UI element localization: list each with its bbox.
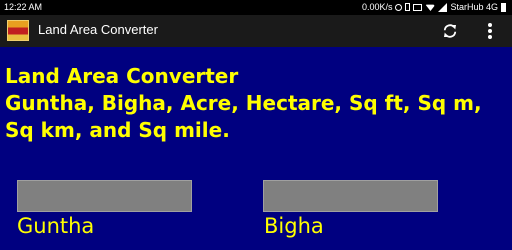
bigha-input[interactable] [263, 180, 438, 212]
wifi-icon [425, 4, 436, 11]
action-bar: Land Area Converter [0, 15, 512, 47]
overflow-menu-button[interactable] [480, 19, 500, 43]
heading-units: Guntha, Bigha, Acre, Hectare, Sq ft, Sq … [5, 91, 482, 142]
page-heading: Land Area Converter Guntha, Bigha, Acre,… [5, 63, 510, 144]
battery-icon [501, 2, 506, 12]
app-logo [7, 20, 29, 41]
overflow-menu-icon [488, 23, 492, 39]
status-bar: 12:22 AM 0.00K/s StarHub 4G [0, 0, 512, 15]
refresh-button[interactable] [438, 19, 462, 43]
alarm-icon [395, 3, 403, 11]
guntha-input[interactable] [17, 180, 192, 212]
status-time: 12:22 AM [4, 2, 43, 12]
network-speed: 0.00K/s [361, 2, 393, 12]
app-title: Land Area Converter [38, 22, 158, 37]
image-icon [413, 3, 423, 11]
bigha-label: Bigha [264, 214, 324, 238]
carrier-label: StarHub 4G [450, 2, 498, 12]
signal-icon [438, 2, 448, 12]
status-icons: 0.00K/s StarHub 4G [362, 2, 506, 12]
vibrate-icon [405, 3, 411, 11]
refresh-icon [443, 24, 457, 38]
guntha-label: Guntha [17, 214, 95, 238]
heading-title: Land Area Converter [5, 64, 239, 88]
